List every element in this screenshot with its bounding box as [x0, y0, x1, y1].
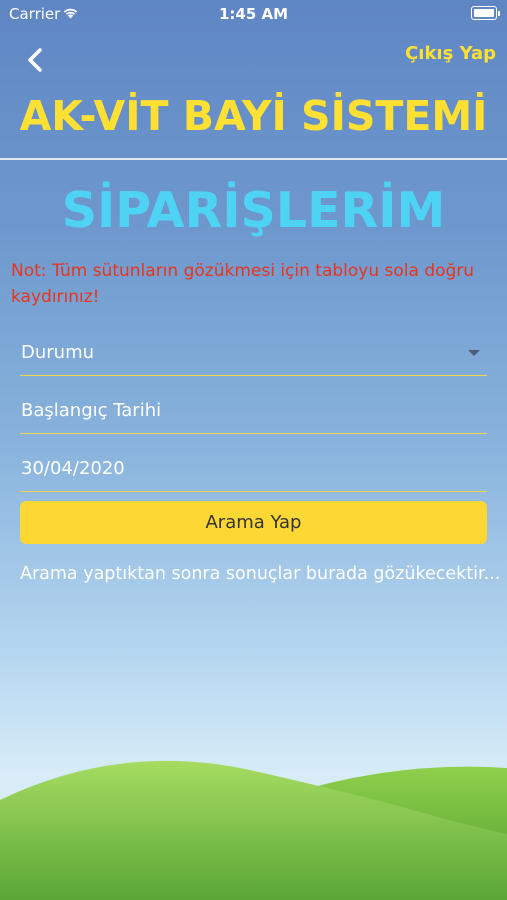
- chevron-left-icon: [28, 48, 42, 72]
- results-placeholder: Arama yaptıktan sonra sonuçlar burada gö…: [20, 564, 501, 584]
- clock: 1:45 AM: [218, 5, 289, 23]
- status-bar: Carrier 1:45 AM: [0, 0, 507, 28]
- scroll-note: Not: Tüm sütunların gözükmesi için tablo…: [11, 261, 475, 307]
- search-button[interactable]: Arama Yap: [20, 501, 487, 544]
- logout-button[interactable]: Çıkış Yap: [405, 43, 496, 64]
- battery-icon: [471, 6, 500, 20]
- date-field[interactable]: 30/04/2020: [20, 446, 487, 492]
- header-divider: [0, 158, 507, 160]
- app-title: AK-VİT BAYİ SİSTEMİ: [19, 92, 488, 140]
- start-date-field[interactable]: Başlangıç Tarihi: [20, 388, 487, 434]
- start-date-value: Başlangıç Tarihi: [21, 400, 162, 421]
- chevron-down-icon: [468, 350, 480, 356]
- status-dropdown-value: Durumu: [21, 342, 95, 363]
- status-dropdown[interactable]: Durumu: [20, 330, 487, 376]
- page-title: SİPARİŞLERİM: [61, 182, 446, 239]
- date-value: 30/04/2020: [21, 458, 125, 479]
- back-button[interactable]: [22, 45, 50, 75]
